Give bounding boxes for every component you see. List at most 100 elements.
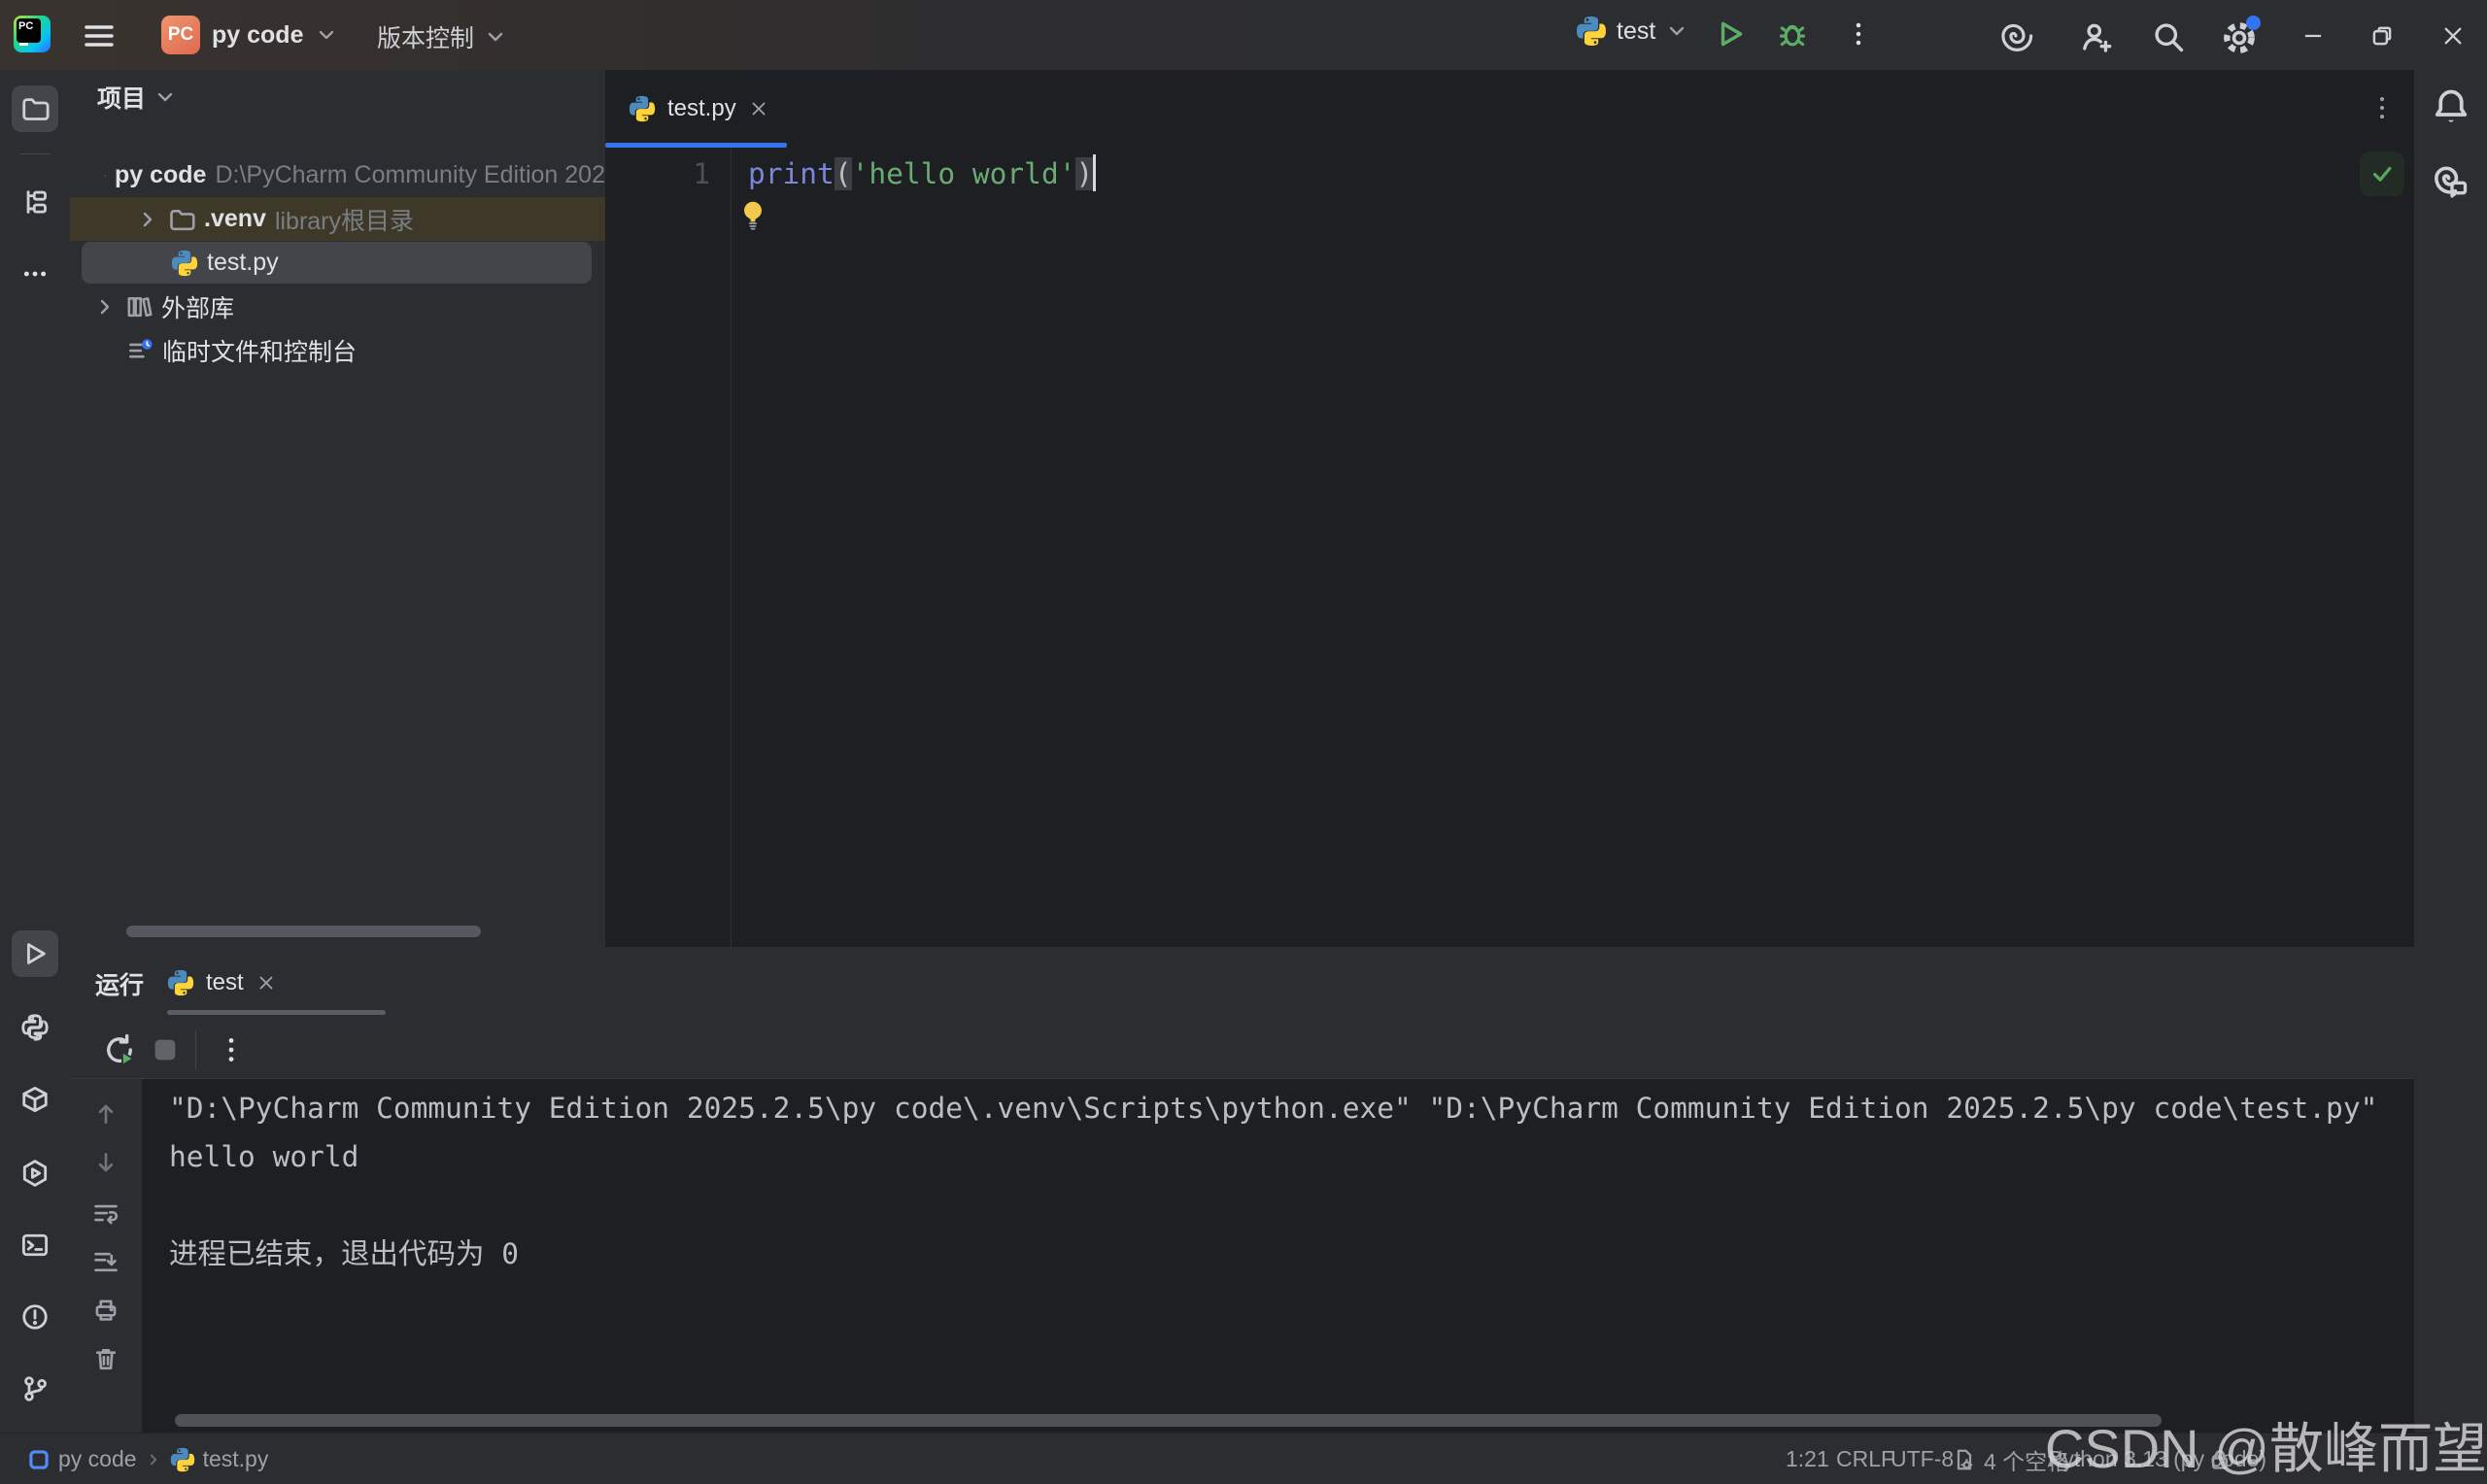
code-token-close-paren: ) — [1075, 157, 1093, 190]
chevron-down-icon[interactable] — [93, 164, 95, 187]
more-actions-button[interactable] — [1844, 19, 1873, 49]
python-console-button[interactable] — [12, 1004, 58, 1051]
tree-row-py-code[interactable]: py code D:\PyCharm Community Edition 202 — [70, 153, 605, 197]
encoding-widget[interactable]: UTF-8 — [1891, 1433, 1954, 1484]
editor-tab-test-py[interactable]: test.py — [605, 70, 787, 148]
version-control-button[interactable] — [12, 1366, 58, 1412]
text-caret — [1093, 154, 1096, 191]
python-icon — [167, 969, 194, 996]
chevron-down-icon — [153, 85, 177, 109]
console-horizontal-scrollbar[interactable] — [175, 1414, 2162, 1427]
ai-assistant-button[interactable] — [1997, 17, 2034, 54]
problems-toolwindow-button[interactable] — [12, 1294, 58, 1340]
run-more-options-button[interactable] — [216, 1034, 247, 1065]
chevron-down-icon — [1665, 19, 1688, 43]
console-line: hello world — [169, 1132, 2414, 1181]
editor-tab-options-button[interactable] — [2368, 93, 2397, 122]
python-packages-button[interactable] — [12, 1076, 58, 1123]
line-ending-widget[interactable]: CRLF — [1836, 1433, 1894, 1484]
intention-lightbulb-icon[interactable] — [740, 200, 766, 231]
code-token-open-paren: ( — [835, 157, 852, 190]
run-tab-test[interactable]: test — [167, 947, 277, 1018]
caret-position-widget[interactable]: 1:21 — [1786, 1433, 1829, 1484]
run-toolwindow: 运行 test — [70, 947, 2414, 1433]
more-toolwindows-button[interactable] — [12, 251, 58, 297]
libraries-icon — [125, 293, 153, 320]
print-button[interactable] — [92, 1297, 119, 1324]
prev-occurrence-button[interactable] — [92, 1100, 119, 1128]
encoding-label: UTF-8 — [1891, 1446, 1954, 1472]
tree-row-scratches[interactable]: 临时文件和控制台 — [70, 328, 605, 372]
file-settings-icon — [1953, 1448, 1976, 1471]
tree-row-test-py[interactable]: test.py — [70, 241, 605, 285]
tree-item-annotation: library根目录 — [275, 202, 414, 237]
code-token-string: 'hello world' — [852, 157, 1076, 190]
console-gutter — [70, 1079, 142, 1433]
structure-toolwindow-button[interactable] — [12, 179, 58, 225]
vcs-widget[interactable]: 版本控制 — [377, 19, 507, 54]
console-line: 进程已结束，退出代码为 0 — [169, 1230, 2414, 1278]
project-panel-header[interactable]: 项目 — [70, 70, 605, 124]
stop-button[interactable] — [150, 1034, 181, 1065]
folder-icon — [168, 206, 195, 233]
run-toolwindow-button[interactable] — [12, 930, 58, 977]
console-line: "D:\PyCharm Community Edition 2025.2.5\p… — [169, 1084, 2414, 1132]
close-button[interactable] — [2438, 21, 2468, 51]
settings-notification-dot — [2246, 16, 2261, 30]
settings-button[interactable] — [2221, 19, 2258, 56]
tree-row-external-libraries[interactable]: 外部库 — [70, 285, 605, 328]
chevron-right-icon[interactable] — [136, 208, 159, 231]
chevron-down-icon — [315, 23, 338, 47]
terminal-toolwindow-button[interactable] — [12, 1222, 58, 1268]
console-output[interactable]: "D:\PyCharm Community Edition 2025.2.5\p… — [142, 1079, 2414, 1433]
inspections-widget[interactable] — [2360, 152, 2404, 196]
notifications-button[interactable] — [2432, 87, 2470, 126]
pycharm-logo-icon: PC — [14, 16, 51, 52]
services-toolwindow-button[interactable] — [12, 1150, 58, 1197]
rerun-button[interactable] — [102, 1032, 137, 1067]
project-toolwindow-button[interactable] — [12, 85, 58, 132]
tree-item-label: py code — [115, 161, 206, 189]
console-line — [169, 1181, 2414, 1230]
left-toolwindow-stripe — [0, 70, 70, 1433]
run-button[interactable] — [1714, 17, 1747, 51]
scroll-to-end-button[interactable] — [92, 1248, 119, 1275]
breadcrumb-file[interactable]: test.py — [203, 1446, 269, 1472]
scratches-icon — [126, 337, 153, 364]
stripe-divider — [19, 153, 51, 154]
breadcrumb-project[interactable]: py code — [58, 1446, 137, 1472]
close-tab-icon[interactable] — [256, 972, 277, 994]
pycharm-window: PC PC py code 版本控制 test — [0, 0, 2487, 1484]
next-occurrence-button[interactable] — [92, 1149, 119, 1176]
add-user-button[interactable] — [2079, 19, 2114, 54]
debug-button[interactable] — [1776, 17, 1809, 51]
clear-console-button[interactable] — [92, 1345, 119, 1372]
run-panel-title: 运行 — [95, 966, 144, 1001]
no-problems-check-icon — [2369, 161, 2395, 186]
folder-icon — [104, 162, 106, 189]
restore-button[interactable] — [2368, 21, 2397, 51]
gutter-separator — [731, 148, 732, 947]
tree-item-label: .venv — [204, 205, 266, 233]
tree-item-label: 外部库 — [161, 289, 234, 324]
project-widget[interactable]: PC py code — [161, 16, 338, 54]
project-horizontal-scrollbar[interactable] — [126, 926, 481, 937]
ai-chat-button[interactable] — [2430, 159, 2472, 202]
search-everywhere-button[interactable] — [2151, 19, 2186, 54]
active-tab-indicator — [605, 143, 787, 148]
run-config-name: test — [1617, 17, 1655, 46]
close-tab-icon[interactable] — [748, 98, 769, 119]
main-menu-button[interactable] — [84, 23, 115, 49]
tree-row-venv[interactable]: .venv library根目录 — [70, 197, 605, 241]
soft-wrap-button[interactable] — [92, 1199, 119, 1227]
python-file-icon — [170, 1447, 195, 1472]
csdn-watermark: CSDN @散峰而望 — [2045, 1405, 2487, 1484]
minimize-button[interactable] — [2299, 21, 2328, 51]
code-line-1[interactable]: print('hello world') — [748, 152, 1096, 196]
chevron-down-icon — [484, 25, 507, 49]
project-name: py code — [212, 21, 303, 50]
line-ending-label: CRLF — [1836, 1446, 1894, 1472]
run-config-selector[interactable]: test — [1576, 16, 1688, 47]
chevron-right-icon[interactable] — [93, 295, 117, 319]
editor-tab-label: test.py — [667, 95, 736, 122]
